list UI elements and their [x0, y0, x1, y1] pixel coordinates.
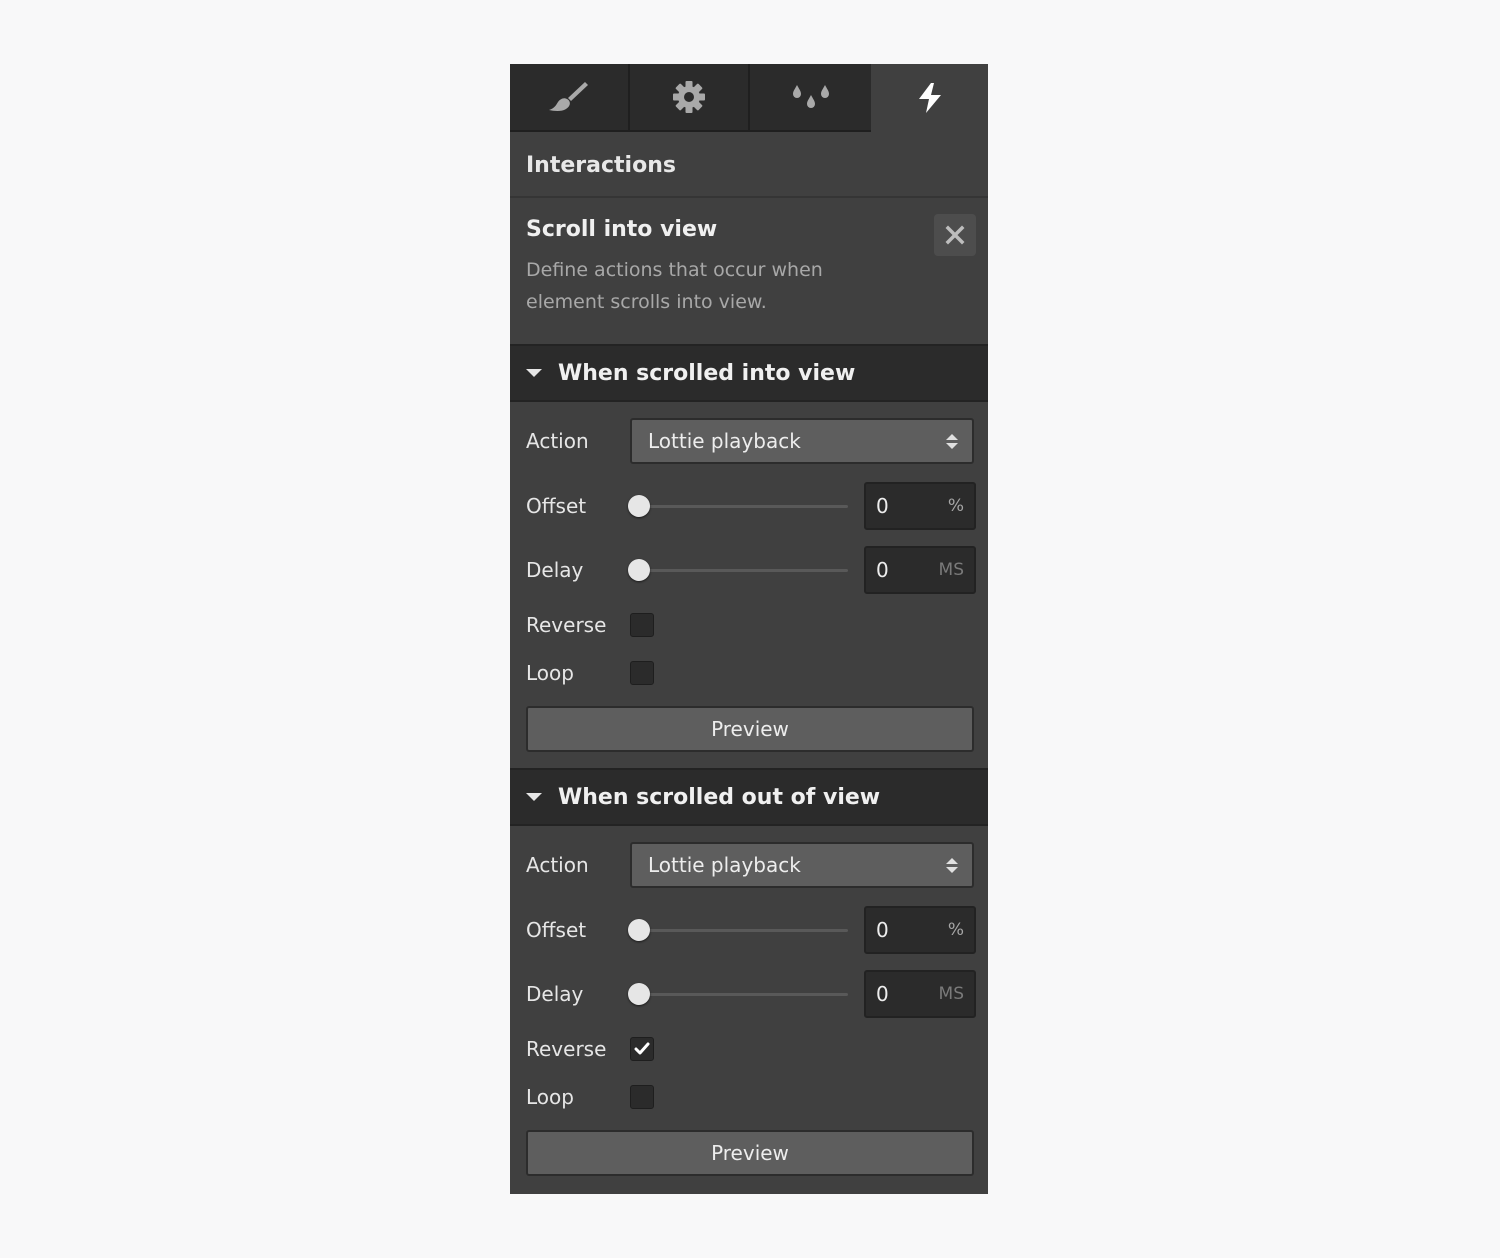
group-title: When scrolled out of view — [558, 784, 881, 810]
select-arrows-icon — [946, 857, 958, 873]
lightning-icon — [918, 83, 941, 113]
close-icon — [945, 225, 965, 245]
loop-label: Loop — [526, 1085, 574, 1109]
reverse-label: Reverse — [526, 1037, 607, 1061]
slider-handle[interactable] — [628, 495, 650, 517]
group-header-scroll-out[interactable]: When scrolled out of view — [510, 768, 988, 826]
delay-input[interactable]: 0 MS — [864, 970, 976, 1018]
trigger-description: Define actions that occur when element s… — [526, 259, 823, 313]
preview-button[interactable]: Preview — [526, 1130, 974, 1176]
interactions-panel: Interactions Scroll into view Define act… — [510, 64, 988, 1194]
caret-down-icon — [526, 793, 542, 801]
offset-label: Offset — [526, 918, 587, 942]
loop-checkbox[interactable] — [630, 1085, 654, 1109]
group-header-scroll-into[interactable]: When scrolled into view — [510, 344, 988, 402]
delay-unit: MS — [938, 984, 964, 1004]
tab-settings[interactable] — [630, 64, 750, 132]
select-arrows-icon — [946, 433, 958, 449]
trigger-card: Scroll into view Define actions that occ… — [510, 198, 988, 344]
action-select[interactable]: Lottie playback — [630, 842, 974, 888]
action-label: Action — [526, 853, 589, 877]
tab-style[interactable] — [510, 64, 630, 132]
panel-tabs — [510, 64, 988, 134]
offset-value: 0 — [876, 918, 889, 942]
action-label: Action — [526, 429, 589, 453]
slider-track — [632, 505, 848, 508]
section-title: Interactions — [510, 134, 988, 198]
delay-label: Delay — [526, 982, 584, 1006]
delay-label: Delay — [526, 558, 584, 582]
delay-value: 0 — [876, 558, 889, 582]
preview-button[interactable]: Preview — [526, 706, 974, 752]
offset-unit: % — [947, 496, 964, 516]
delay-value: 0 — [876, 982, 889, 1006]
checkmark-icon — [634, 1042, 650, 1055]
offset-value: 0 — [876, 494, 889, 518]
reverse-checkbox[interactable] — [630, 1037, 654, 1061]
delay-slider[interactable] — [628, 982, 848, 1006]
offset-input[interactable]: 0 % — [864, 906, 976, 954]
offset-input[interactable]: 0 % — [864, 482, 976, 530]
action-select-value: Lottie playback — [648, 853, 801, 877]
offset-unit: % — [947, 920, 964, 940]
slider-track — [632, 993, 848, 996]
group-body-scroll-into: Action Lottie playback Offset 0 % Delay — [510, 402, 988, 768]
loop-checkbox[interactable] — [630, 661, 654, 685]
tab-style-manager[interactable] — [750, 64, 871, 132]
remove-trigger-button[interactable] — [934, 214, 976, 256]
action-select[interactable]: Lottie playback — [630, 418, 974, 464]
slider-track — [632, 569, 848, 572]
loop-label: Loop — [526, 661, 574, 685]
offset-slider[interactable] — [628, 918, 848, 942]
gear-icon — [673, 81, 705, 113]
slider-track — [632, 929, 848, 932]
reverse-label: Reverse — [526, 613, 607, 637]
slider-handle[interactable] — [628, 559, 650, 581]
offset-label: Offset — [526, 494, 587, 518]
drops-icon — [792, 85, 829, 108]
trigger-title: Scroll into view — [526, 217, 718, 242]
slider-handle[interactable] — [628, 919, 650, 941]
offset-slider[interactable] — [628, 494, 848, 518]
caret-down-icon — [526, 369, 542, 377]
brush-icon — [549, 82, 588, 111]
reverse-checkbox[interactable] — [630, 613, 654, 637]
group-title: When scrolled into view — [558, 360, 856, 386]
delay-input[interactable]: 0 MS — [864, 546, 976, 594]
slider-handle[interactable] — [628, 983, 650, 1005]
delay-slider[interactable] — [628, 558, 848, 582]
delay-unit: MS — [938, 560, 964, 580]
group-body-scroll-out: Action Lottie playback Offset 0 % Delay — [510, 826, 988, 1192]
action-select-value: Lottie playback — [648, 429, 801, 453]
tab-interactions[interactable] — [871, 64, 988, 132]
